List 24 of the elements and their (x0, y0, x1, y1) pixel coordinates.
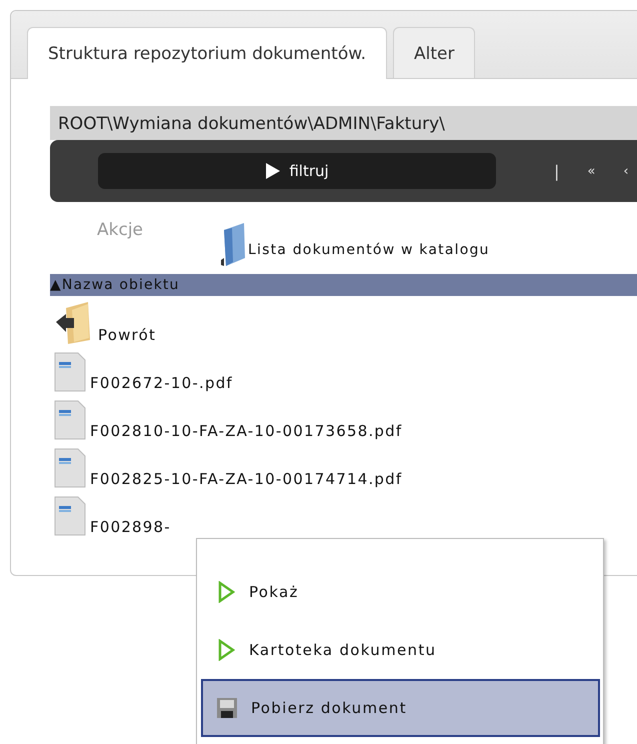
file-name[interactable]: F002810-10-FA-ZA-10-00173658.pdf (90, 422, 402, 440)
menu-item[interactable]: Pokaż (201, 563, 600, 621)
document-icon[interactable] (54, 352, 86, 392)
menu-item[interactable]: Pobierz dokument (201, 679, 600, 737)
pager-link[interactable]: « (587, 164, 596, 178)
file-name[interactable]: F002898- (90, 518, 171, 536)
pager-link[interactable]: ‹ (623, 164, 629, 178)
play-icon (217, 639, 235, 661)
tab[interactable]: Alter (392, 27, 476, 78)
document-icon[interactable] (54, 448, 86, 488)
column-header[interactable]: ▲Nazwa obiektu (50, 274, 637, 296)
play-icon (265, 162, 282, 180)
menu-item[interactable]: Kartoteka dokumentu (201, 621, 600, 679)
list-title: Lista dokumentów w katalogu (248, 242, 490, 258)
document-icon[interactable] (54, 400, 86, 440)
play-icon (217, 581, 235, 603)
separator: | (554, 162, 560, 180)
filter-button[interactable]: filtruj (98, 153, 496, 189)
file-name[interactable]: F002672-10-.pdf (90, 374, 233, 392)
breadcrumb-path: ROOT\Wymiana dokumentów\ADMIN\Faktury\ (50, 106, 637, 140)
document-icon[interactable] (54, 496, 86, 536)
file-name[interactable]: Powrót (98, 326, 156, 344)
tab[interactable]: Struktura repozytorium dokumentów. (27, 27, 387, 79)
file-name[interactable]: F002825-10-FA-ZA-10-00174714.pdf (90, 470, 402, 488)
